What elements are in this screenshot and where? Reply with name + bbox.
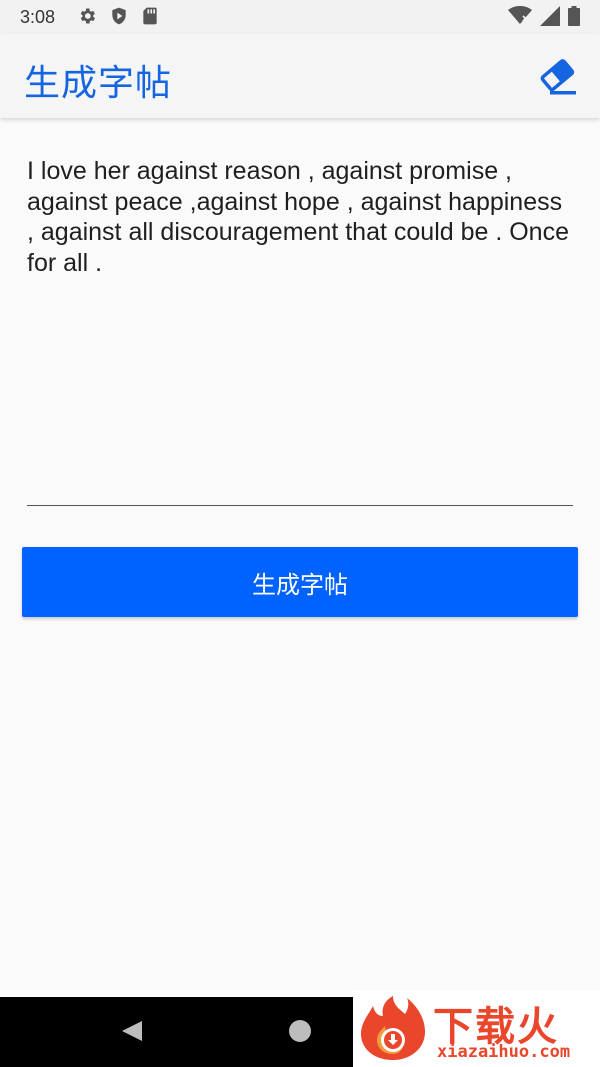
shield-icon [112, 7, 126, 25]
app-bar: 生成字帖 [0, 34, 600, 118]
cell-signal-icon [540, 6, 560, 26]
status-right-icons [508, 6, 580, 26]
back-icon[interactable] [120, 1019, 144, 1043]
eraser-icon [540, 59, 576, 95]
watermark-url: xiazaihuo.com [437, 1042, 571, 1062]
flame-logo-icon [361, 996, 425, 1060]
input-text: I love her against reason , against prom… [27, 157, 569, 277]
status-bar: 3:08 [0, 0, 600, 34]
wifi-icon [508, 6, 532, 24]
generate-button[interactable]: 生成字帖 [22, 547, 578, 617]
text-input[interactable]: I love her against reason , against prom… [27, 156, 573, 506]
clear-text-button[interactable] [536, 54, 580, 98]
status-time: 3:08 [20, 7, 56, 27]
settings-icon [80, 8, 95, 24]
sd-card-icon [143, 7, 157, 25]
home-icon[interactable] [289, 1020, 311, 1042]
battery-icon [568, 6, 580, 26]
watermark: 下载火 xiazaihuo.com [353, 990, 600, 1067]
page-title: 生成字帖 [24, 63, 173, 104]
status-left-icons [77, 6, 159, 26]
